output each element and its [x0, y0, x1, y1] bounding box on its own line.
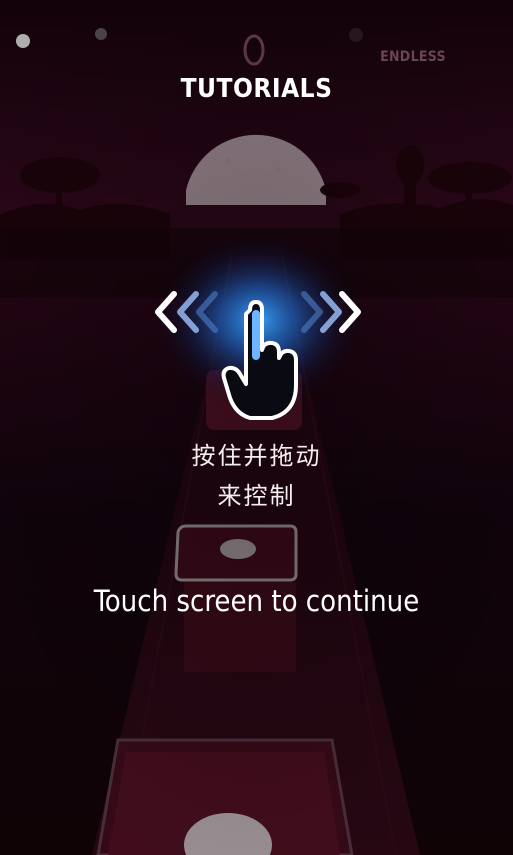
tap-to-continue-area[interactable] — [0, 0, 513, 855]
